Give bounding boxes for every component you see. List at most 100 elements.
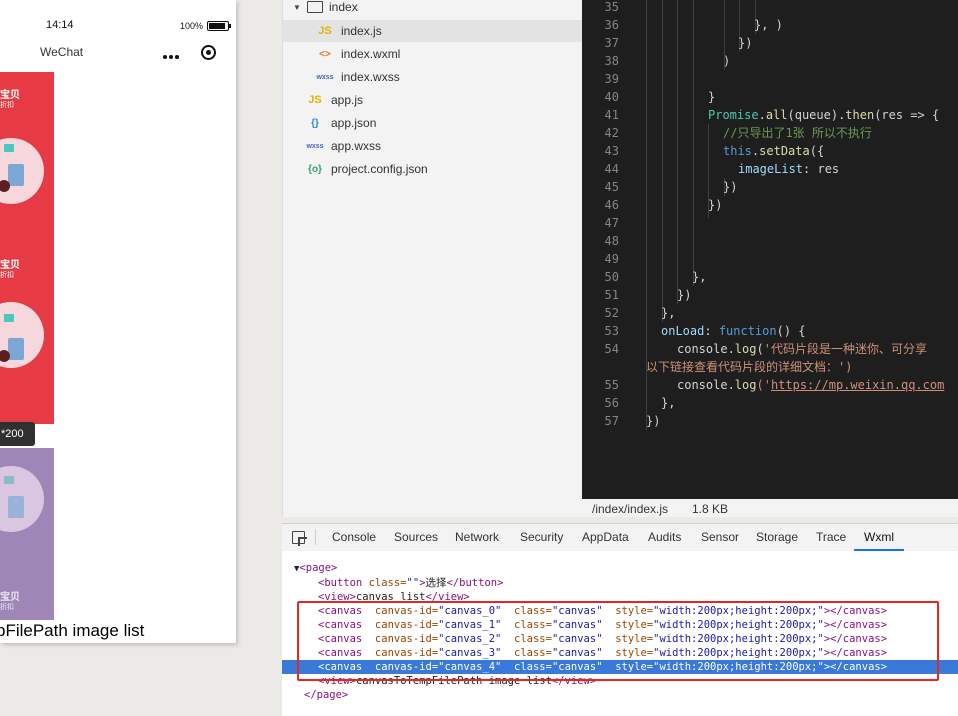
- code-line: 55 console.log('https://mp.weixin.qq.com: [604, 378, 945, 392]
- tab-storage[interactable]: Storage: [756, 530, 798, 544]
- json-file-icon: {}: [311, 117, 319, 129]
- caret-down-icon: ▼: [293, 2, 301, 12]
- tab-console[interactable]: Console: [332, 530, 376, 544]
- code-line: 35: [604, 0, 619, 14]
- wxml-node-canvas[interactable]: <canvas canvas-id="canvas_2" class="canv…: [282, 632, 958, 646]
- bag-icon: [8, 338, 24, 360]
- banner-text: 宝贝: [0, 260, 20, 271]
- wxml-node-canvas[interactable]: <canvas canvas-id="canvas_3" class="canv…: [282, 646, 958, 660]
- file-label: index.wxml: [341, 47, 401, 61]
- file-app-wxss[interactable]: wxss app.wxss: [305, 135, 381, 157]
- js-file-icon: JS: [318, 25, 332, 37]
- config-file-icon: {o}: [308, 163, 322, 175]
- wxml-node-canvas-selected[interactable]: <canvas canvas-id="canvas_4" class="canv…: [282, 660, 958, 674]
- code-line: 45}): [604, 180, 738, 194]
- cart-icon: [4, 314, 14, 322]
- file-index-wxml[interactable]: <> index.wxml: [315, 43, 400, 65]
- tab-network[interactable]: Network: [455, 530, 499, 544]
- status-file-size: 1.8 KB: [692, 502, 729, 516]
- more-icon[interactable]: [163, 46, 181, 59]
- file-label: project.config.json: [331, 162, 428, 176]
- file-label: app.js: [331, 93, 364, 107]
- canvas-image-1: 宝贝 折扣: [0, 72, 54, 246]
- code-line: 53 onLoad: function() {: [604, 324, 806, 338]
- code-line: 40}: [604, 90, 716, 104]
- file-label: index.wxss: [341, 70, 400, 84]
- file-index-wxss[interactable]: wxss index.wxss: [315, 66, 400, 88]
- code-line: 49: [604, 252, 619, 266]
- js-file-icon: JS: [308, 94, 322, 106]
- banner-subtext: 折扣: [0, 102, 14, 109]
- file-tree: ▼ index JS index.js <> index.wxml wxss i…: [282, 0, 583, 517]
- code-line: 43 this.setData({: [604, 144, 825, 158]
- tab-trace[interactable]: Trace: [816, 530, 846, 544]
- code-line: 44 imageList: res: [604, 162, 840, 176]
- file-app-js[interactable]: JS app.js: [305, 89, 363, 111]
- code-line: 46}): [604, 198, 723, 212]
- cart-icon: [4, 476, 14, 484]
- code-line: 41 Promise.all(queue).then(res => {: [604, 108, 940, 122]
- tab-security[interactable]: Security: [520, 530, 563, 544]
- folder-index[interactable]: ▼ index: [293, 0, 358, 18]
- tab-divider: [315, 529, 316, 545]
- status-file-path: /index/index.js: [592, 502, 669, 516]
- bag-icon: [8, 164, 24, 186]
- code-line: 38): [604, 54, 731, 68]
- banner-subtext: 折扣: [0, 272, 14, 279]
- editor-status-bar: /index/index.js 1.8 KB: [582, 499, 958, 517]
- file-index-js[interactable]: JS index.js: [283, 20, 583, 42]
- folder-label: index: [329, 0, 358, 14]
- size-tooltip: *200: [0, 422, 35, 446]
- code-link[interactable]: https://mp.weixin.qq.com: [771, 378, 944, 392]
- banner-subtext: 折扣: [0, 604, 14, 611]
- indent-guide: [677, 0, 678, 304]
- canvas-image-2: 宝贝 折扣: [0, 246, 54, 424]
- code-line: 51}): [604, 288, 692, 302]
- wxml-node-view[interactable]: <view>canvasToTempFilePath image list</v…: [282, 674, 958, 688]
- canvas-image-3: 宝贝 折扣: [0, 448, 54, 620]
- simulator-phone: 14:14 100% WeChat 宝贝 折扣 宝贝 折扣 宝贝 折扣 *200…: [0, 0, 236, 643]
- wxml-node-page-close: </page>: [304, 689, 349, 701]
- file-app-json[interactable]: {} app.json: [305, 112, 376, 134]
- file-project-config[interactable]: {o} project.config.json: [305, 158, 428, 180]
- inspect-element-icon[interactable]: [292, 531, 305, 544]
- wxml-node-canvas[interactable]: <canvas canvas-id="canvas_1" class="canv…: [282, 618, 958, 632]
- code-line: 42//只导出了1张 所以不执行: [604, 126, 872, 140]
- status-time: 14:14: [46, 19, 74, 31]
- indent-guide: [662, 0, 663, 322]
- banner-text: 宝贝: [0, 90, 20, 101]
- wxml-node-page[interactable]: ▼<page>: [282, 561, 958, 575]
- code-editor[interactable]: 35 36}, ) 37}) 38) 39 40} 41 Promise.all(…: [582, 0, 958, 499]
- code-line: 47: [604, 216, 619, 230]
- wxss-file-icon: wxss: [316, 73, 334, 81]
- code-line: 57}): [604, 414, 661, 428]
- indent-guide: [693, 0, 694, 286]
- devtools-tab-bar: Console Sources Network Security AppData…: [282, 523, 958, 552]
- status-battery-text: 100%: [180, 21, 204, 31]
- tab-sources[interactable]: Sources: [394, 530, 438, 544]
- bag-icon: [8, 496, 24, 518]
- code-line: 54 console.log('代码片段是一种迷你、可分享: [604, 342, 927, 356]
- folder-icon: [307, 1, 323, 13]
- close-capsule-icon[interactable]: [201, 45, 216, 60]
- wxml-file-icon: <>: [319, 48, 331, 60]
- banner-text: 宝贝: [0, 592, 20, 603]
- file-label: app.json: [331, 116, 377, 130]
- cart-icon: [4, 144, 14, 152]
- nav-title: WeChat: [40, 45, 84, 59]
- battery-icon: [207, 21, 231, 31]
- code-line: 39: [604, 72, 619, 86]
- code-line: 36}, ): [604, 18, 783, 32]
- file-label: app.wxss: [331, 139, 382, 153]
- wxml-node-canvas[interactable]: <canvas canvas-id="canvas_0" class="canv…: [282, 604, 958, 618]
- wxss-file-icon: wxss: [306, 142, 324, 150]
- tab-sensor[interactable]: Sensor: [701, 530, 739, 544]
- wxml-node-view[interactable]: <view>canvas list</view>: [282, 590, 958, 604]
- tab-appdata[interactable]: AppData: [582, 530, 629, 544]
- file-label: index.js: [341, 24, 382, 38]
- wxml-node-button[interactable]: <button class="">选择</button>: [282, 576, 958, 590]
- code-line: 56},: [604, 396, 676, 410]
- tab-wxml[interactable]: Wxml: [864, 530, 894, 544]
- tab-audits[interactable]: Audits: [648, 530, 681, 544]
- code-line: 52},: [604, 306, 676, 320]
